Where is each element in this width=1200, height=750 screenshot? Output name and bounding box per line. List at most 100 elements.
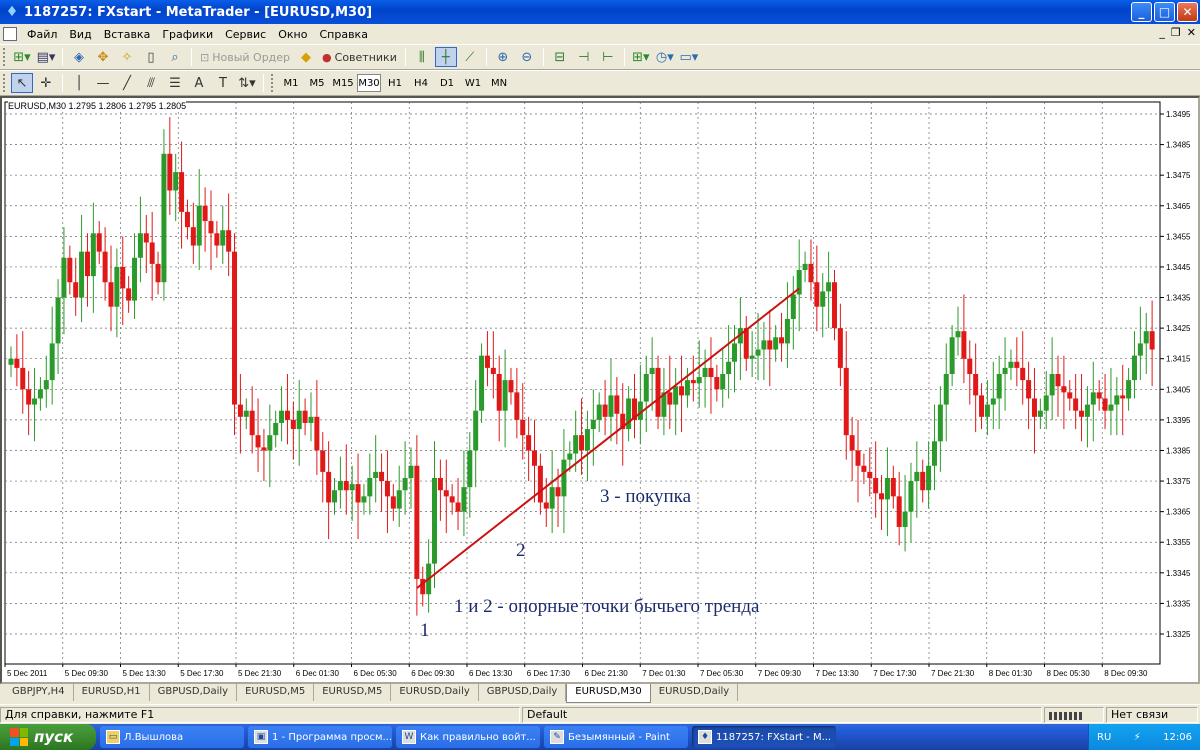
menu-help[interactable]: Справка <box>313 28 373 41</box>
bear-candle <box>261 447 267 451</box>
bear-candle <box>1026 380 1032 399</box>
menu-window[interactable]: Окно <box>272 28 313 41</box>
equidistant-channel-icon[interactable]: ⫻ <box>140 73 162 93</box>
chart-tab[interactable]: GBPJPY,H4 <box>4 684 74 701</box>
chart-tab[interactable]: GBPUSD,Daily <box>149 684 238 701</box>
templates-icon[interactable]: ▭▾ <box>678 47 700 67</box>
system-tray: RU ⚡ 12:06 <box>1088 724 1200 750</box>
network-icon[interactable]: ⚡ <box>1134 732 1141 743</box>
timeframe-h1[interactable]: H1 <box>383 74 407 92</box>
bear-candle <box>302 410 308 423</box>
zoom-in-icon[interactable]: ⊕ <box>492 47 514 67</box>
bear-candle <box>184 211 190 228</box>
annotation-point-2: 2 <box>516 540 526 561</box>
chart-window[interactable]: 1.3495 1.3485 1.3475 1.3465 1.3455 1.3445 1.34… <box>0 96 1200 684</box>
task-paint[interactable]: ✎ Безымянный - Paint <box>544 726 688 748</box>
mdi-minimize-button[interactable]: _ <box>1159 26 1165 39</box>
strategy-tester-icon[interactable]: ⌕ <box>164 47 186 67</box>
task-folder[interactable]: ▭ Л.Вышлова <box>100 726 244 748</box>
line-chart-icon[interactable]: ⟋ <box>459 47 481 67</box>
title-bar: ♦ 1187257: FXstart - MetaTrader - [EURUS… <box>0 0 1200 24</box>
zoom-out-icon[interactable]: ⊖ <box>516 47 538 67</box>
timeframe-m5[interactable]: M5 <box>305 74 329 92</box>
advisors-button[interactable]: ● Советники <box>319 47 400 67</box>
task-image-viewer[interactable]: ▣ 1 - Программа просм... <box>248 726 392 748</box>
chart-tab[interactable]: EURUSD,M5 <box>314 684 392 701</box>
chart-tab[interactable]: GBPUSD,Daily <box>478 684 567 701</box>
advisors-icon: ● <box>322 50 332 64</box>
bar-chart-icon[interactable]: ⫼ <box>411 47 433 67</box>
price-label: 1.3475 <box>1166 171 1191 180</box>
bull-candle <box>984 404 990 417</box>
bull-candle <box>55 297 61 344</box>
timeframe-m15[interactable]: M15 <box>331 74 355 92</box>
timeframe-m1[interactable]: M1 <box>279 74 303 92</box>
new-order-button[interactable]: ⊡ Новый Ордер <box>197 47 293 67</box>
bull-candle <box>49 343 55 381</box>
time-label: 6 Dec 09:30 <box>411 669 455 678</box>
paint-icon: ✎ <box>550 730 564 744</box>
new-chart-icon[interactable]: ⊞▾ <box>11 47 33 67</box>
candlestick-icon[interactable]: ┼ <box>434 47 457 67</box>
start-button[interactable]: пуск <box>0 724 96 750</box>
chart-tab[interactable]: EURUSD,Daily <box>391 684 479 701</box>
chart-shift-icon[interactable]: ⊣ <box>573 47 595 67</box>
cursor-icon[interactable]: ↖ <box>11 73 33 93</box>
menu-tools[interactable]: Сервис <box>219 28 272 41</box>
bear-candle <box>108 282 114 307</box>
price-label: 1.3495 <box>1166 110 1191 119</box>
time-label: 7 Dec 17:30 <box>873 669 917 678</box>
warning-icon[interactable]: ◆ <box>295 47 317 67</box>
language-indicator[interactable]: RU <box>1097 732 1111 743</box>
arrows-icon[interactable]: ⇅▾ <box>236 73 258 93</box>
chart-tab[interactable]: EURUSD,H1 <box>73 684 150 701</box>
terminal-icon[interactable]: ✧ <box>116 47 138 67</box>
time-label: 7 Dec 01:30 <box>642 669 686 678</box>
navigator-icon[interactable]: ✥ <box>92 47 114 67</box>
bull-candle <box>826 282 832 292</box>
text-icon[interactable]: A <box>188 73 210 93</box>
maximize-button[interactable]: □ <box>1154 2 1175 22</box>
task-metatrader[interactable]: ♦ 1187257: FXstart - M... <box>692 726 836 748</box>
bear-candle <box>179 172 185 212</box>
vertical-line-icon[interactable]: │ <box>68 73 90 93</box>
periods-icon[interactable]: ◷▾ <box>654 47 676 67</box>
timeframe-d1[interactable]: D1 <box>435 74 459 92</box>
bull-candle <box>137 233 143 258</box>
price-label: 1.3455 <box>1166 232 1191 241</box>
fibonacci-icon[interactable]: ☰ <box>164 73 186 93</box>
horizontal-line-icon[interactable]: — <box>92 73 114 93</box>
market-watch-icon[interactable]: ◈ <box>68 47 90 67</box>
mdi-close-button[interactable]: ✕ <box>1187 26 1196 39</box>
timeframe-m30[interactable]: M30 <box>357 74 381 92</box>
autoscroll-icon[interactable]: ⊢ <box>597 47 619 67</box>
chart-tab[interactable]: EURUSD,M5 <box>237 684 315 701</box>
menu-insert[interactable]: Вставка <box>98 28 157 41</box>
menu-view[interactable]: Вид <box>63 28 97 41</box>
timeframe-w1[interactable]: W1 <box>461 74 485 92</box>
mdi-restore-button[interactable]: ❐ <box>1171 26 1181 39</box>
document-icon[interactable] <box>3 27 17 41</box>
data-window-icon[interactable]: ▯ <box>140 47 162 67</box>
profiles-icon[interactable]: ▤▾ <box>35 47 57 67</box>
chart-tab[interactable]: EURUSD,Daily <box>650 684 739 701</box>
menu-file[interactable]: Файл <box>21 28 63 41</box>
text-label-icon[interactable]: T <box>212 73 234 93</box>
price-chart[interactable]: 1.3495 1.3485 1.3475 1.3465 1.3455 1.3445 1.34… <box>2 98 1198 682</box>
timeframe-h4[interactable]: H4 <box>409 74 433 92</box>
timeframe-mn[interactable]: MN <box>487 74 511 92</box>
minimize-button[interactable]: _ <box>1131 2 1152 22</box>
trendline-icon[interactable]: ╱ <box>116 73 138 93</box>
tile-windows-icon[interactable]: ⊟ <box>549 47 571 67</box>
menu-charts[interactable]: Графики <box>156 28 219 41</box>
task-word[interactable]: W Как правильно войт... <box>396 726 540 748</box>
bull-candle <box>90 233 96 277</box>
time-label: 6 Dec 01:30 <box>296 669 340 678</box>
crosshair-icon[interactable]: ✛ <box>35 73 57 93</box>
chart-tab-active[interactable]: EURUSD,M30 <box>566 684 651 703</box>
bull-candle <box>43 380 49 390</box>
metatrader-icon: ♦ <box>5 4 19 20</box>
indicators-icon[interactable]: ⊞▾ <box>630 47 652 67</box>
bull-candle <box>673 386 679 405</box>
close-button[interactable]: ✕ <box>1177 2 1198 22</box>
